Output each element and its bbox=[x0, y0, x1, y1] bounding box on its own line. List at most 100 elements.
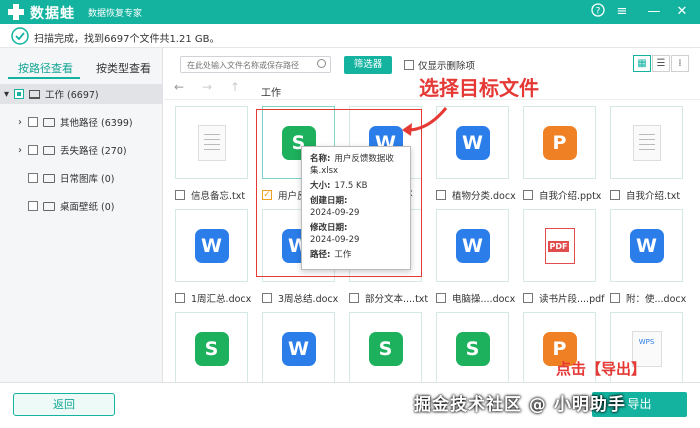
list-view-icon[interactable]: ☰ bbox=[652, 55, 670, 72]
help-icon[interactable]: ? bbox=[589, 3, 607, 21]
file-name: 信息备忘.txt bbox=[191, 191, 246, 202]
file-checkbox[interactable] bbox=[175, 190, 185, 200]
menu-icon[interactable]: ≡ bbox=[613, 3, 631, 21]
breadcrumb: 工作 bbox=[261, 88, 281, 99]
tree-checkbox[interactable] bbox=[28, 145, 38, 155]
file-checkbox[interactable] bbox=[523, 190, 533, 200]
tab-by-type[interactable]: 按类型查看 bbox=[96, 60, 151, 76]
folder-icon bbox=[43, 145, 55, 155]
tree-item-label: 丢失路径 (270) bbox=[60, 146, 127, 157]
file-name: 附：使...docx bbox=[626, 294, 687, 305]
file-card[interactable]: S bbox=[175, 312, 248, 385]
spreadsheet-file-icon: S bbox=[455, 331, 490, 366]
file-checkbox[interactable] bbox=[610, 293, 620, 303]
file-checkbox[interactable] bbox=[436, 293, 446, 303]
folder-icon bbox=[43, 117, 55, 127]
drive-icon bbox=[29, 89, 40, 99]
back-arrow-icon[interactable]: ← bbox=[174, 80, 184, 94]
app-title: 数据蛙 bbox=[30, 6, 75, 22]
tree-checkbox[interactable] bbox=[28, 173, 38, 183]
file-name-row[interactable]: 3周总结.docx bbox=[262, 291, 338, 305]
file-card[interactable]: W bbox=[436, 209, 509, 282]
file-checkbox[interactable] bbox=[610, 190, 620, 200]
file-name-row[interactable]: 部分文本....txt bbox=[349, 291, 428, 305]
file-card[interactable]: W bbox=[262, 312, 335, 385]
close-icon[interactable]: ✕ bbox=[673, 3, 691, 21]
filter-button[interactable]: 筛选器 bbox=[344, 56, 392, 74]
file-checkbox[interactable] bbox=[523, 293, 533, 303]
file-name: 电脑操....docx bbox=[452, 294, 516, 305]
file-name-row[interactable]: 附：使...docx bbox=[610, 291, 686, 305]
file-name-row[interactable]: 读书片段....pdf bbox=[523, 291, 604, 305]
pdf-file-icon: PDF bbox=[544, 227, 575, 264]
search-icon[interactable] bbox=[317, 59, 326, 68]
grid-view-icon[interactable]: ▦ bbox=[633, 55, 651, 72]
tree-item-label: 工作 (6697) bbox=[45, 90, 99, 101]
watermark: 掘金技术社区 @ 小明助手 bbox=[414, 395, 626, 415]
select-target-annotation: 选择目标文件 bbox=[419, 76, 539, 100]
tree-item-work[interactable]: ▾ 工作 (6697) bbox=[0, 84, 163, 104]
word-file-icon: W bbox=[455, 228, 490, 263]
folder-icon bbox=[43, 173, 55, 183]
txt-file-icon bbox=[197, 124, 226, 161]
file-name: 植物分类.docx bbox=[452, 191, 516, 202]
file-name-row[interactable]: 植物分类.docx bbox=[436, 188, 516, 202]
spreadsheet-file-icon: S bbox=[194, 331, 229, 366]
tree-item-daily-gallery[interactable]: 日常图库 (0) bbox=[28, 168, 114, 188]
file-card[interactable]: W bbox=[175, 209, 248, 282]
word-file-icon: W bbox=[281, 331, 316, 366]
tree-checkbox[interactable] bbox=[28, 117, 38, 127]
tree-item-lost-paths[interactable]: › 丢失路径 (270) bbox=[18, 140, 127, 160]
txt-file-icon bbox=[632, 124, 661, 161]
file-checkbox[interactable] bbox=[175, 293, 185, 303]
tree-item-label: 其他路径 (6399) bbox=[60, 118, 133, 129]
detail-view-icon[interactable]: ⁞ bbox=[671, 55, 689, 72]
tree-checkbox[interactable] bbox=[28, 201, 38, 211]
chevron-right-icon[interactable]: › bbox=[18, 117, 28, 128]
file-card[interactable]: W bbox=[610, 209, 683, 282]
file-name: 部分文本....txt bbox=[365, 294, 429, 305]
file-name-row[interactable]: 自我介绍.pptx bbox=[523, 188, 601, 202]
up-arrow-icon[interactable]: ↑ bbox=[230, 80, 240, 94]
file-name-row[interactable]: 1周汇总.docx bbox=[175, 291, 251, 305]
scan-status-text: 扫描完成，找到6697个文件共1.21 GB。 bbox=[34, 34, 220, 45]
file-card[interactable]: S bbox=[436, 312, 509, 385]
file-card[interactable] bbox=[610, 106, 683, 179]
file-name: 1周汇总.docx bbox=[191, 294, 252, 305]
file-checkbox[interactable] bbox=[262, 293, 272, 303]
word-file-icon: W bbox=[629, 228, 664, 263]
tree-item-desktop-wallpaper[interactable]: 桌面壁纸 (0) bbox=[28, 196, 114, 216]
file-checkbox[interactable] bbox=[349, 293, 359, 303]
show-deleted-checkbox[interactable] bbox=[404, 60, 414, 70]
file-card[interactable]: S bbox=[349, 312, 422, 385]
show-deleted-label: 仅显示删除项 bbox=[418, 61, 476, 72]
file-checkbox[interactable] bbox=[436, 190, 446, 200]
back-button[interactable]: 返回 bbox=[13, 393, 115, 416]
minimize-icon[interactable]: — bbox=[645, 3, 663, 21]
tree-item-label: 日常图库 (0) bbox=[60, 174, 115, 185]
click-export-annotation: 点击【导出】 bbox=[556, 360, 647, 378]
file-card[interactable]: PDF bbox=[523, 209, 596, 282]
tree-item-other-paths[interactable]: › 其他路径 (6399) bbox=[18, 112, 133, 132]
search-box[interactable] bbox=[180, 56, 331, 73]
chevron-right-icon[interactable]: › bbox=[18, 145, 28, 156]
tab-by-path[interactable]: 按路径查看 bbox=[18, 60, 73, 76]
app-subtitle: 数据恢复专家 bbox=[88, 9, 143, 19]
file-card[interactable]: P bbox=[523, 106, 596, 179]
file-name-row[interactable]: 自我介绍.txt bbox=[610, 188, 680, 202]
file-name-row[interactable]: 电脑操....docx bbox=[436, 291, 515, 305]
chevron-down-icon[interactable]: ▾ bbox=[4, 89, 14, 100]
file-card[interactable] bbox=[175, 106, 248, 179]
show-deleted-option[interactable]: 仅显示删除项 bbox=[404, 58, 475, 72]
forward-arrow-icon[interactable]: → bbox=[202, 80, 212, 94]
tree-checkbox[interactable] bbox=[14, 89, 24, 99]
file-name: 3周总结.docx bbox=[278, 294, 339, 305]
word-file-icon: W bbox=[194, 228, 229, 263]
folder-icon bbox=[43, 201, 55, 211]
tree-item-label: 桌面壁纸 (0) bbox=[60, 202, 115, 213]
presentation-file-icon: P bbox=[542, 125, 577, 160]
file-name-row[interactable]: 信息备忘.txt bbox=[175, 188, 245, 202]
search-input[interactable] bbox=[181, 58, 309, 73]
check-circle-icon bbox=[11, 27, 29, 45]
red-arrow-icon bbox=[402, 107, 448, 136]
